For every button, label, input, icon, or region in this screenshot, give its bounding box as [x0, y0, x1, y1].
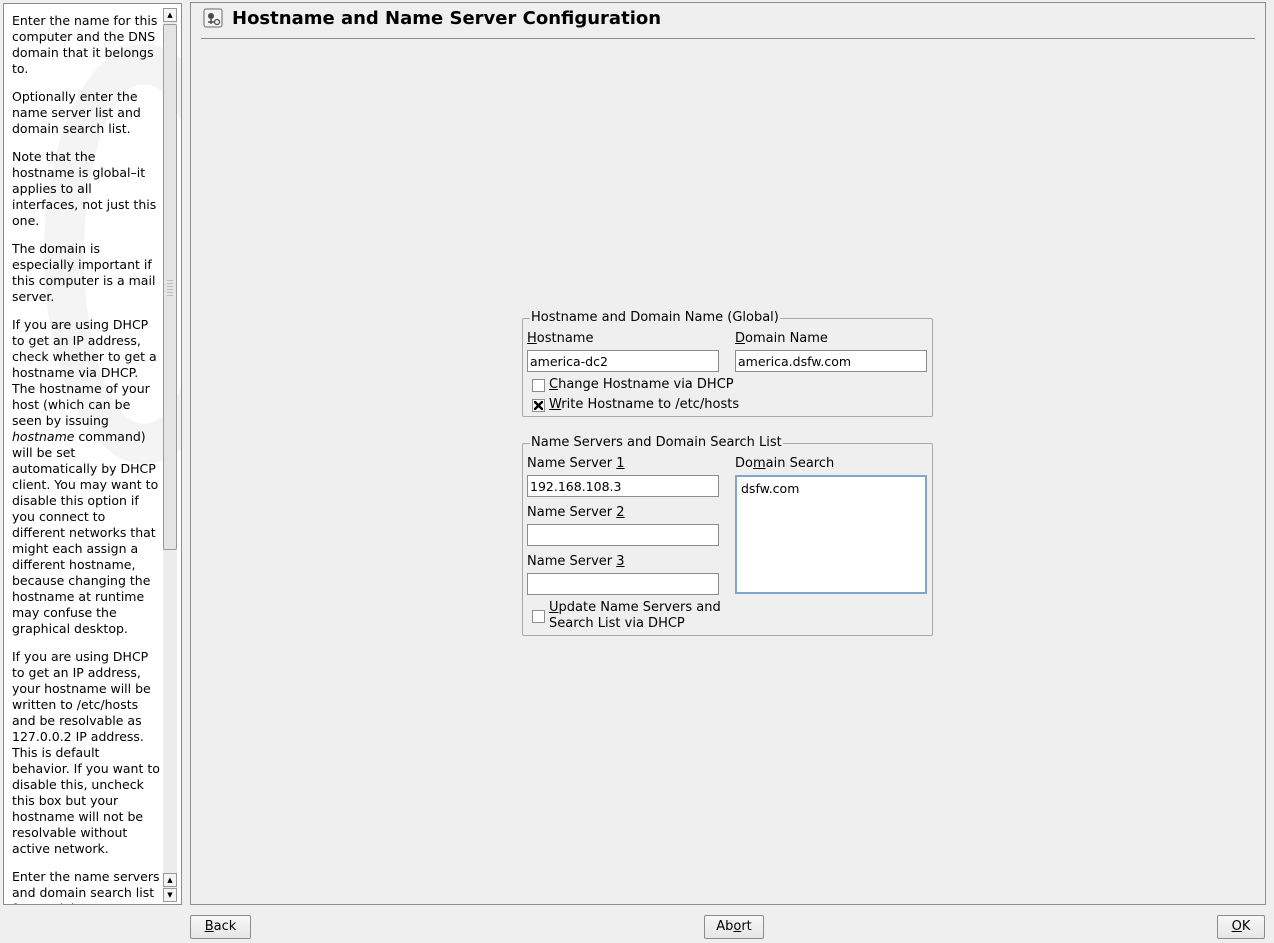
scroll-up-arrow-icon[interactable]: ▲ — [163, 873, 177, 887]
help-text: Enter the name for this computer and the… — [12, 13, 160, 904]
hostname-group-legend: Hostname and Domain Name (Global) — [530, 310, 780, 325]
name-server-2-input[interactable] — [527, 524, 719, 546]
help-paragraph: Note that the hostname is global–it appl… — [12, 149, 157, 228]
change-hostname-dhcp-label[interactable]: Change Hostname via DHCP — [549, 377, 734, 393]
domain-search-label: Domain Search — [735, 456, 835, 471]
update-name-servers-dhcp-label[interactable]: Update Name Servers and Search List via D… — [549, 600, 721, 632]
help-paragraph-dhcp: If you are using DHCP to get an IP addre… — [12, 317, 160, 637]
help-paragraph: Enter the name servers and domain search… — [12, 869, 160, 904]
domain-name-input[interactable] — [735, 350, 927, 372]
domain-search-textarea[interactable]: dsfw.com — [735, 475, 927, 594]
abort-button[interactable]: Abort — [704, 915, 764, 939]
hostname-input[interactable] — [527, 350, 719, 372]
scroll-up-arrow-icon[interactable]: ▲ — [163, 8, 177, 22]
help-text-emphasis: hostname — [12, 429, 75, 444]
name-servers-group: Name Servers and Domain Search List Name… — [522, 435, 933, 636]
write-hostname-hosts-label[interactable]: Write Hostname to /etc/hosts — [549, 397, 739, 413]
write-hostname-hosts-checkbox[interactable] — [532, 399, 545, 412]
main-panel: Hostname and Name Server Configuration H… — [190, 2, 1266, 905]
help-paragraph: If you are using DHCP to get an IP addre… — [12, 649, 160, 856]
update-name-servers-dhcp-checkbox[interactable] — [532, 610, 545, 623]
name-server-3-input[interactable] — [527, 573, 719, 595]
help-text-segment: If you are using DHCP to get an IP addre… — [12, 317, 157, 428]
name-server-2-label: Name Server 2 — [527, 505, 625, 520]
change-hostname-dhcp-checkbox[interactable] — [532, 379, 545, 392]
scroll-down-arrow-icon[interactable]: ▼ — [163, 888, 177, 902]
ok-button[interactable]: OK — [1217, 915, 1265, 939]
network-settings-icon — [203, 8, 223, 28]
help-scrollbar[interactable]: ▲ ▲ ▼ — [163, 8, 177, 902]
help-paragraph: The domain is especially important if th… — [12, 241, 156, 304]
domain-name-label: Domain Name — [735, 331, 828, 346]
hostname-group: Hostname and Domain Name (Global) Hostna… — [522, 310, 933, 417]
scrollbar-thumb[interactable] — [163, 24, 177, 550]
name-server-3-label: Name Server 3 — [527, 554, 625, 569]
back-button[interactable]: Back — [190, 915, 251, 939]
help-pane: Enter the name for this computer and the… — [3, 3, 182, 905]
page-title: Hostname and Name Server Configuration — [232, 8, 662, 29]
help-paragraph: Enter the name for this computer and the… — [12, 13, 158, 76]
name-servers-group-legend: Name Servers and Domain Search List — [530, 435, 783, 450]
title-divider — [201, 38, 1255, 39]
scrollbar-grip — [167, 280, 173, 296]
name-server-1-label: Name Server 1 — [527, 456, 625, 471]
help-paragraph: Optionally enter the name server list an… — [12, 89, 141, 136]
help-text-segment: command) will be set automatically by DH… — [12, 429, 159, 636]
hostname-label: Hostname — [527, 331, 594, 346]
name-server-1-input[interactable] — [527, 475, 719, 497]
